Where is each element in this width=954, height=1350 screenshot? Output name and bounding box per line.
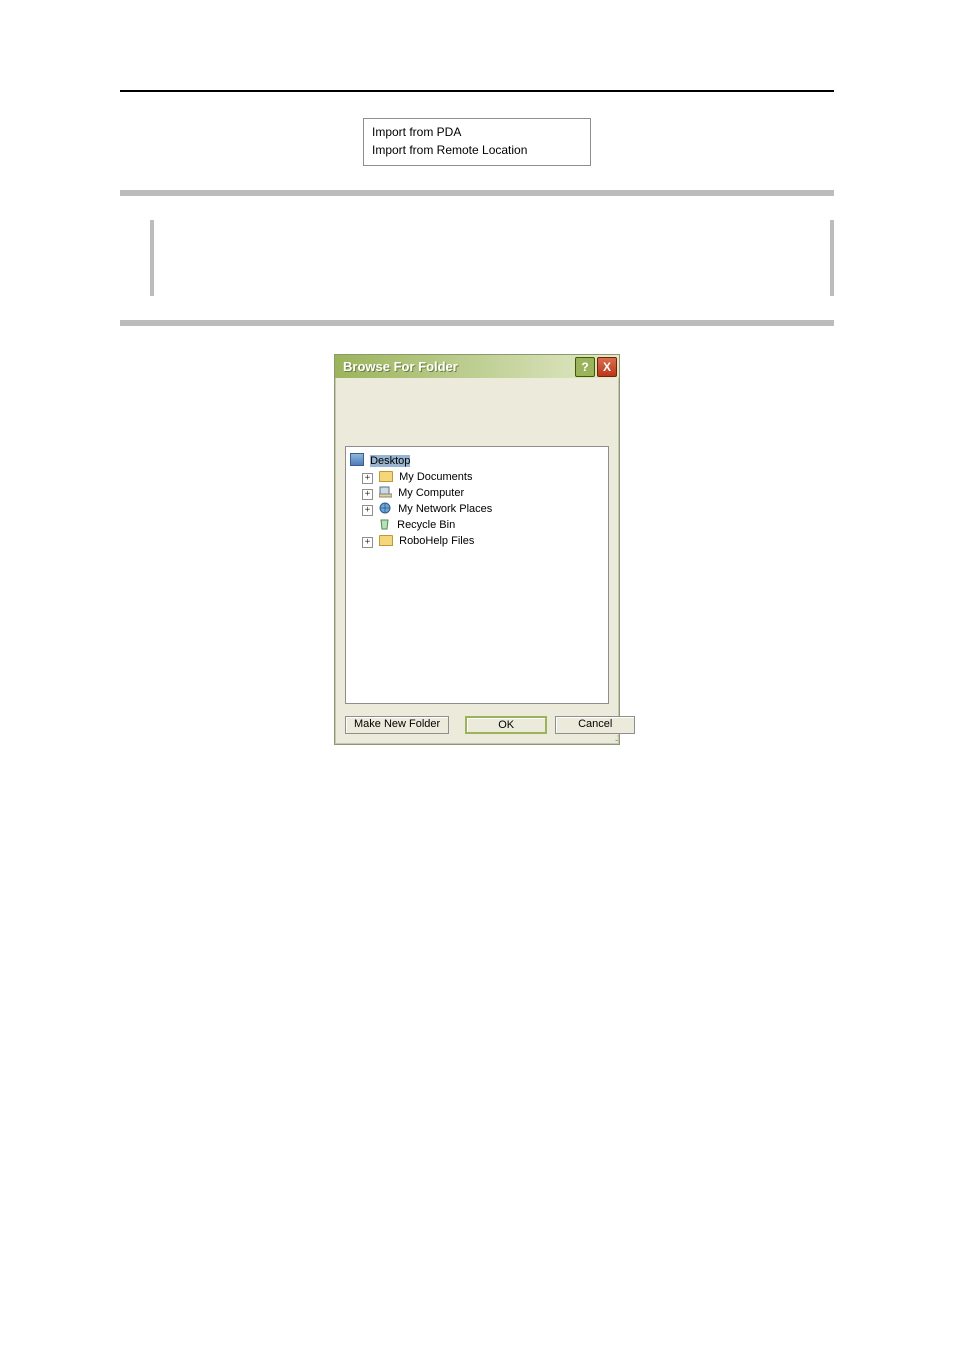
titlebar-buttons: ? X xyxy=(575,357,617,377)
expand-icon[interactable]: + xyxy=(362,505,373,516)
dropdown-option-pda[interactable]: Import from PDA xyxy=(372,123,582,141)
close-icon: X xyxy=(603,360,611,374)
tree-item-label: My Computer xyxy=(398,487,464,499)
resize-grip-icon[interactable]: ..: xyxy=(335,736,619,744)
recycle-icon xyxy=(378,518,391,530)
desktop-icon xyxy=(350,453,364,466)
callout-block xyxy=(150,220,834,296)
tree-item-mycomputer[interactable]: + My Computer xyxy=(362,485,604,501)
callout-content xyxy=(180,228,804,288)
tree-item-label: RoboHelp Files xyxy=(399,535,474,547)
expand-icon[interactable]: + xyxy=(362,537,373,548)
tree-item-robohelp[interactable]: + RoboHelp Files xyxy=(362,533,604,549)
computer-icon xyxy=(379,486,392,498)
import-dropdown-image: Import from PDA Import from Remote Locat… xyxy=(363,118,591,166)
dialog-titlebar: Browse For Folder ? X xyxy=(335,355,619,378)
tree-item-label: Recycle Bin xyxy=(397,519,455,531)
tree-root-label: Desktop xyxy=(370,455,410,467)
folder-icon xyxy=(379,535,393,546)
dropdown-option-remote[interactable]: Import from Remote Location xyxy=(372,141,582,159)
tree-item-label: My Documents xyxy=(399,471,472,483)
help-icon: ? xyxy=(581,360,588,374)
page: Import from PDA Import from Remote Locat… xyxy=(0,0,954,1350)
close-button[interactable]: X xyxy=(597,357,617,377)
make-new-folder-button[interactable]: Make New Folder xyxy=(345,716,449,734)
section-divider-1 xyxy=(120,190,834,196)
callout-bar-left xyxy=(150,220,154,296)
page-top-rule xyxy=(120,90,834,92)
expand-icon[interactable]: + xyxy=(362,473,373,484)
tree-item-network[interactable]: + My Network Places xyxy=(362,501,604,517)
network-icon xyxy=(379,502,392,514)
help-button[interactable]: ? xyxy=(575,357,595,377)
tree-item-mydocuments[interactable]: + My Documents xyxy=(362,469,604,485)
tree-root[interactable]: Desktop xyxy=(350,453,604,469)
browse-dialog-image: Browse For Folder ? X Desktop + My Docum… xyxy=(334,354,620,745)
folder-icon xyxy=(379,471,393,482)
tree-item-label: My Network Places xyxy=(398,503,492,515)
expand-icon[interactable]: + xyxy=(362,489,373,500)
section-divider-2 xyxy=(120,320,834,326)
browse-for-folder-dialog: Browse For Folder ? X Desktop + My Docum… xyxy=(334,354,620,745)
dialog-title: Browse For Folder xyxy=(343,359,458,374)
tree-item-recycle[interactable]: Recycle Bin xyxy=(362,517,604,533)
callout-bar-right xyxy=(830,220,834,296)
folder-tree[interactable]: Desktop + My Documents + My Computer xyxy=(345,446,609,704)
ok-button[interactable]: OK xyxy=(465,716,547,734)
dialog-instruction-area xyxy=(335,378,619,446)
cancel-button[interactable]: Cancel xyxy=(555,716,635,734)
